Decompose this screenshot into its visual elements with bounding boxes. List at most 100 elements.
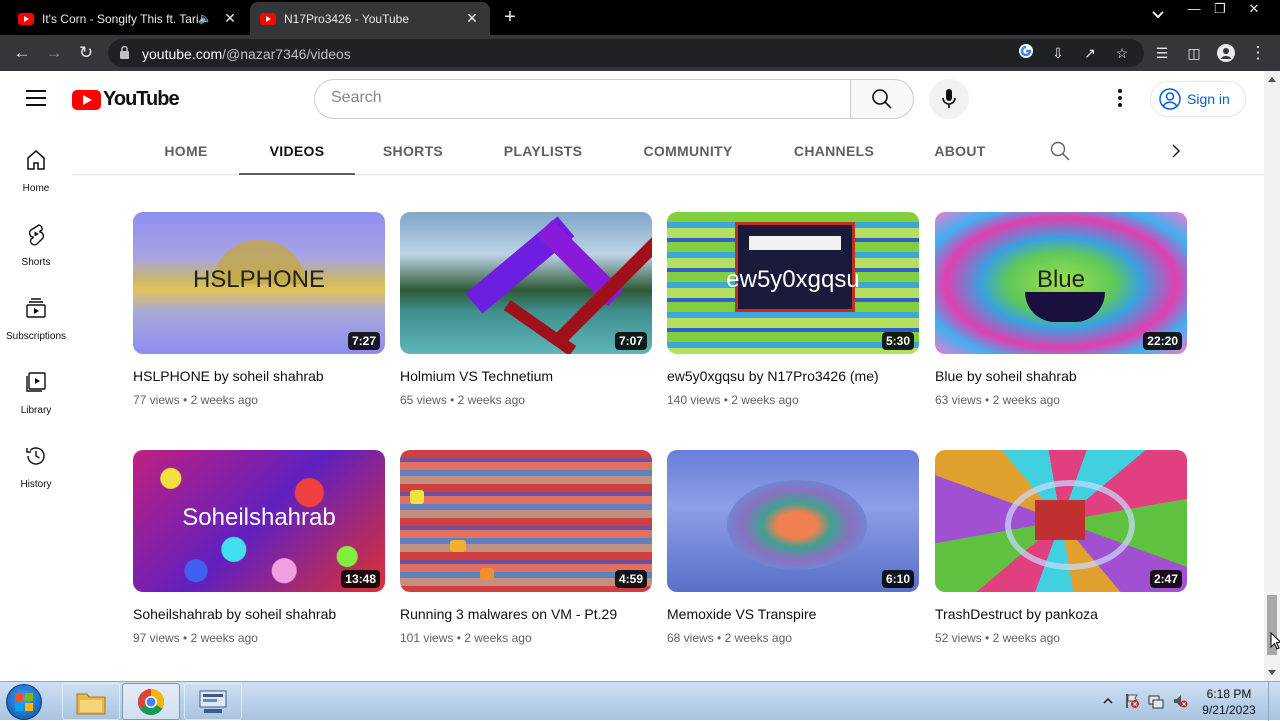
tab-channels[interactable]: CHANNELS <box>784 127 884 175</box>
video-meta: 97 views • 2 weeks ago <box>133 631 258 645</box>
upload-age: 2 weeks ago <box>190 631 258 645</box>
system-clock[interactable]: 6:18 PM 9/21/2023 <box>1196 686 1262 718</box>
video-title[interactable]: ew5y0xgqsu by N17Pro3426 (me) <box>667 367 919 385</box>
profile-icon[interactable] <box>1214 41 1238 65</box>
close-window-icon[interactable]: ✕ <box>1240 0 1268 20</box>
network-icon[interactable] <box>1148 693 1164 709</box>
upload-age: 2 weeks ago <box>731 393 799 407</box>
upload-age: 2 weeks ago <box>724 631 792 645</box>
tab-home[interactable]: HOME <box>150 127 222 175</box>
view-count: 63 views <box>935 393 982 407</box>
forward-arrow-icon[interactable]: → <box>42 41 66 65</box>
video-thumbnail[interactable]: 2:47 <box>935 450 1187 592</box>
taskbar-app-keyboard[interactable] <box>184 683 242 720</box>
channel-search-icon[interactable] <box>1050 141 1070 161</box>
rail-item-home[interactable]: Home <box>0 148 72 222</box>
view-count: 65 views <box>400 393 447 407</box>
video-card[interactable]: Blue 22:20 Blue by soheil shahrab 63 vie… <box>935 212 1187 407</box>
search-box <box>314 79 851 119</box>
minimize-icon[interactable]: — <box>1180 0 1208 20</box>
rail-label: Shorts <box>21 257 51 268</box>
tab-about[interactable]: ABOUT <box>924 127 996 175</box>
video-title[interactable]: Holmium VS Technetium <box>400 367 652 385</box>
new-tab-button[interactable]: + <box>500 6 520 28</box>
address-url: youtube.com/@nazar7346/videos <box>142 46 351 62</box>
close-tab-icon[interactable]: ✕ <box>222 10 238 27</box>
start-button[interactable] <box>6 684 42 720</box>
video-thumbnail[interactable]: ew5y0xgqsu 5:30 <box>667 212 919 354</box>
rail-item-shorts[interactable]: Shorts <box>0 222 72 296</box>
view-count: 140 views <box>667 393 721 407</box>
search-button[interactable] <box>850 79 914 119</box>
scroll-up-arrow-icon[interactable] <box>1268 77 1276 82</box>
page-scrollbar[interactable] <box>1264 71 1280 681</box>
video-thumbnail[interactable]: Soheilshahrab 13:48 <box>133 450 385 592</box>
video-thumbnail[interactable]: HSLPHONE 7:27 <box>133 212 385 354</box>
volume-muted-icon[interactable] <box>1172 693 1188 709</box>
search-input[interactable] <box>331 89 831 107</box>
rail-item-history[interactable]: History <box>0 444 72 518</box>
video-meta: 63 views • 2 weeks ago <box>935 393 1060 407</box>
video-card[interactable]: 7:07 Holmium VS Technetium 65 views • 2 … <box>400 212 652 407</box>
tab-videos[interactable]: VIDEOS <box>239 127 355 175</box>
restore-icon[interactable]: ❐ <box>1206 0 1234 20</box>
duration-badge: 7:07 <box>614 332 647 350</box>
video-thumbnail[interactable]: 7:07 <box>400 212 652 354</box>
shorts-icon <box>28 224 45 246</box>
tab-playlists[interactable]: PLAYLISTS <box>492 127 594 175</box>
google-lens-icon[interactable] <box>1016 43 1036 63</box>
reading-list-icon[interactable]: ☰ <box>1150 41 1174 65</box>
bookmark-star-icon[interactable]: ☆ <box>1112 43 1132 63</box>
rail-label: Library <box>20 405 52 416</box>
video-card[interactable]: ew5y0xgqsu 5:30 ew5y0xgqsu by N17Pro3426… <box>667 212 919 407</box>
youtube-logo[interactable]: YouTube <box>72 88 180 111</box>
tab-shorts[interactable]: SHORTS <box>372 127 454 175</box>
keyboard-app-icon <box>199 690 227 713</box>
video-title[interactable]: Soheilshahrab by soheil shahrab <box>133 605 385 623</box>
hamburger-menu-icon[interactable] <box>26 90 46 106</box>
video-thumbnail[interactable]: Blue 22:20 <box>935 212 1187 354</box>
close-tab-icon[interactable]: ✕ <box>464 10 480 27</box>
side-panel-icon[interactable]: ◫ <box>1182 41 1206 65</box>
thumbnail-text: Blue <box>1036 266 1086 293</box>
browser-tab-youtube[interactable]: N17Pro3426 - YouTube ✕ <box>250 2 490 35</box>
video-card[interactable]: 2:47 TrashDestruct by pankoza 52 views •… <box>935 450 1187 645</box>
taskbar-chrome[interactable] <box>122 683 180 720</box>
video-title[interactable]: Running 3 malwares on VM - Pt.29 <box>400 605 652 623</box>
account-icon <box>1159 88 1181 110</box>
reload-icon[interactable]: ↻ <box>74 41 98 65</box>
back-arrow-icon[interactable]: ← <box>10 41 34 65</box>
video-meta: 68 views • 2 weeks ago <box>667 631 792 645</box>
tab-search-chevron-icon[interactable] <box>1152 8 1164 22</box>
browser-tab-songify[interactable]: It's Corn - Songify This ft. Tariq 🔈 ✕ <box>8 2 248 35</box>
address-bar[interactable]: youtube.com/@nazar7346/videos ⇩ ↗ ☆ <box>108 39 1144 67</box>
taskbar-explorer[interactable] <box>62 683 120 720</box>
sign-in-button[interactable]: Sign in <box>1150 81 1246 117</box>
video-thumbnail[interactable]: 4:59 <box>400 450 652 592</box>
video-card[interactable]: 4:59 Running 3 malwares on VM - Pt.29 10… <box>400 450 652 645</box>
install-app-icon[interactable]: ⇩ <box>1048 43 1068 63</box>
video-card[interactable]: 6:10 Memoxide VS Transpire 68 views • 2 … <box>667 450 919 645</box>
voice-search-button[interactable] <box>929 79 969 119</box>
video-thumbnail[interactable]: 6:10 <box>667 450 919 592</box>
share-icon[interactable]: ↗ <box>1080 43 1100 63</box>
settings-kebab-icon[interactable] <box>1108 89 1132 109</box>
speaker-icon[interactable]: 🔈 <box>198 12 212 25</box>
video-title[interactable]: HSLPHONE by soheil shahrab <box>133 367 385 385</box>
tab-community[interactable]: COMMUNITY <box>634 127 742 175</box>
rail-label: History <box>20 479 52 490</box>
show-hidden-icons-icon[interactable] <box>1100 693 1116 709</box>
video-card[interactable]: HSLPHONE 7:27 HSLPHONE by soheil shahrab… <box>133 212 385 407</box>
rail-item-subscriptions[interactable]: Subscriptions <box>0 296 72 370</box>
lock-icon <box>120 46 129 59</box>
chevron-right-icon[interactable] <box>1166 141 1186 161</box>
video-title[interactable]: Memoxide VS Transpire <box>667 605 919 623</box>
rail-item-library[interactable]: Library <box>0 370 72 444</box>
video-title[interactable]: TrashDestruct by pankoza <box>935 605 1187 623</box>
chrome-menu-icon[interactable]: ⋮ <box>1246 41 1270 65</box>
scroll-down-arrow-icon[interactable] <box>1268 670 1276 675</box>
show-desktop-button[interactable] <box>1268 682 1280 721</box>
video-card[interactable]: Soheilshahrab 13:48 Soheilshahrab by soh… <box>133 450 385 645</box>
video-title[interactable]: Blue by soheil shahrab <box>935 367 1187 385</box>
action-center-flag-icon[interactable] <box>1124 693 1140 709</box>
